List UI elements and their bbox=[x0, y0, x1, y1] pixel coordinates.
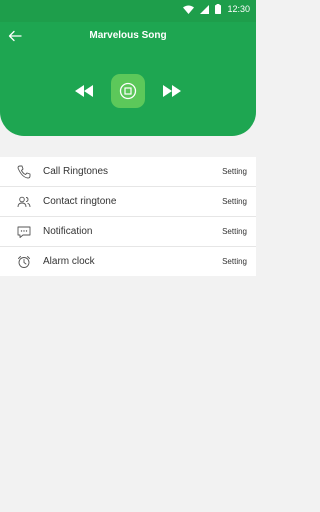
status-bar: 12:30 bbox=[0, 0, 256, 22]
message-icon bbox=[17, 226, 31, 238]
screen: 12:30 Marvelous Song Call Ringtones Sett… bbox=[0, 0, 256, 512]
list-item-contact-ringtone[interactable]: Contact ringtone Setting bbox=[0, 187, 256, 217]
list-item-label: Contact ringtone bbox=[43, 196, 117, 207]
setting-link[interactable]: Setting bbox=[222, 227, 247, 236]
signal-icon bbox=[200, 4, 210, 14]
list-item-label: Notification bbox=[43, 226, 93, 237]
wifi-icon bbox=[183, 5, 195, 14]
rewind-button[interactable] bbox=[75, 85, 93, 97]
phone-icon bbox=[17, 165, 31, 178]
alarm-clock-icon bbox=[18, 255, 30, 268]
status-time: 12:30 bbox=[227, 4, 250, 14]
fast-forward-button[interactable] bbox=[163, 85, 181, 97]
contacts-icon bbox=[17, 196, 31, 207]
setting-link[interactable]: Setting bbox=[222, 257, 247, 266]
list-item-label: Alarm clock bbox=[43, 256, 95, 267]
setting-link[interactable]: Setting bbox=[222, 167, 247, 176]
list-item-call-ringtones[interactable]: Call Ringtones Setting bbox=[0, 157, 256, 187]
list-item-alarm-clock[interactable]: Alarm clock Setting bbox=[0, 247, 256, 276]
list-item-notification[interactable]: Notification Setting bbox=[0, 217, 256, 247]
page-title: Marvelous Song bbox=[89, 30, 167, 41]
battery-icon bbox=[215, 4, 222, 14]
stop-button[interactable] bbox=[111, 74, 145, 108]
settings-list: Call Ringtones Setting Contact ringtone … bbox=[0, 157, 256, 276]
fast-forward-icon bbox=[163, 85, 181, 97]
status-icons: 12:30 bbox=[183, 4, 250, 14]
rewind-icon bbox=[75, 85, 93, 97]
playback-controls bbox=[0, 74, 256, 108]
setting-link[interactable]: Setting bbox=[222, 197, 247, 206]
player-header: Marvelous Song bbox=[0, 22, 256, 136]
stop-icon bbox=[119, 82, 137, 100]
list-item-label: Call Ringtones bbox=[43, 166, 109, 177]
